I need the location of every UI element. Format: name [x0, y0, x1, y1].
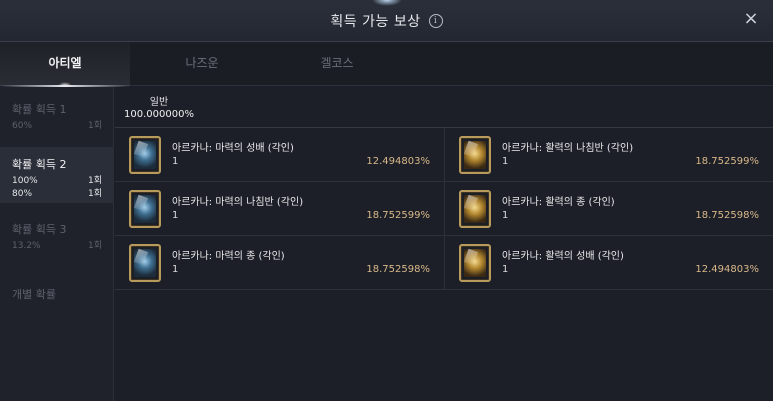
item-quantity: 1	[172, 210, 179, 221]
dialog-title-text: 획득 가능 보상	[330, 14, 421, 30]
row-rate: 100%	[12, 176, 38, 186]
item-quantity: 1	[502, 210, 509, 221]
item-rate: 12.494803%	[366, 156, 430, 167]
reward-item[interactable]: 아르카나: 활력의 나침반 (각인) 1 18.752599%	[444, 128, 773, 182]
row-rate: 60%	[12, 121, 33, 131]
reward-row: 아르카나: 마력의 성배 (각인) 1 12.494803% 아르카나: 활력의…	[115, 128, 773, 182]
sidebar: 확률 획득 1 60% 1회 확률 획득 2 100% 1회 80% 1회 확률…	[0, 87, 114, 401]
reward-grid: 아르카나: 마력의 성배 (각인) 1 12.494803% 아르카나: 활력의…	[115, 128, 773, 290]
item-rate: 12.494803%	[695, 264, 759, 275]
sidebar-item-prob-1[interactable]: 확률 획득 1 60% 1회	[0, 101, 114, 133]
reward-row: 아르카나: 마력의 나침반 (각인) 1 18.752599% 아르카나: 활력…	[115, 182, 773, 236]
tab-label: 아티엘	[48, 56, 82, 70]
reward-item[interactable]: 아르카나: 마력의 성배 (각인) 1 12.494803%	[115, 128, 444, 182]
item-rate: 18.752599%	[695, 156, 759, 167]
dialog-title: 획득 가능 보상 i	[0, 11, 773, 31]
item-rate: 18.752598%	[695, 210, 759, 221]
sidebar-item-label: 확률 획득 2	[12, 158, 67, 171]
row-count: 1회	[87, 121, 102, 131]
item-rate: 18.752598%	[366, 264, 430, 275]
title-bar: 획득 가능 보상 i ×	[0, 0, 773, 42]
sidebar-item-row: 13.2% 1회	[12, 240, 102, 253]
arcana-card-icon	[129, 136, 161, 174]
sidebar-item-row: 60% 1회	[12, 120, 102, 133]
arcana-card-icon	[129, 244, 161, 282]
sidebar-item-label: 확률 획득 3	[12, 223, 67, 236]
reward-row: 아르카나: 마력의 종 (각인) 1 18.752598% 아르카나: 활력의 …	[115, 236, 773, 290]
sidebar-item-label: 확률 획득 1	[12, 103, 67, 116]
item-name: 아르카나: 마력의 나침반 (각인)	[172, 197, 304, 208]
sidebar-item-label: 개별 확률	[12, 288, 56, 301]
reward-panel: 일반 100.000000% 아르카나: 마력의 성배 (각인) 1 12.49…	[115, 87, 773, 401]
grade-header: 일반 100.000000%	[115, 87, 203, 127]
row-count: 1회	[87, 241, 102, 251]
grade-rate: 100.000000%	[124, 109, 194, 120]
item-name: 아르카나: 활력의 종 (각인)	[502, 197, 615, 208]
sidebar-item-row: 80% 1회	[12, 188, 102, 201]
tab-bar: 아티엘 나즈운 겔코스	[0, 42, 773, 90]
tab-najeun[interactable]: 나즈운	[137, 42, 267, 86]
tab-label: 나즈운	[185, 56, 219, 70]
item-rate: 18.752599%	[366, 210, 430, 221]
sidebar-item-individual[interactable]: 개별 확률	[0, 286, 114, 305]
row-count: 1회	[87, 176, 102, 186]
item-name: 아르카나: 마력의 종 (각인)	[172, 251, 285, 262]
item-name: 아르카나: 활력의 성배 (각인)	[502, 251, 624, 262]
sidebar-item-row: 100% 1회	[12, 175, 102, 188]
reward-item[interactable]: 아르카나: 마력의 종 (각인) 1 18.752598%	[115, 236, 444, 290]
sidebar-item-prob-3[interactable]: 확률 획득 3 13.2% 1회	[0, 221, 114, 253]
arcana-card-icon	[129, 190, 161, 228]
sidebar-item-prob-2[interactable]: 확률 획득 2 100% 1회 80% 1회	[0, 147, 114, 203]
row-count: 1회	[87, 189, 102, 199]
item-quantity: 1	[172, 264, 179, 275]
info-icon[interactable]: i	[428, 14, 443, 28]
arcana-card-icon	[459, 136, 491, 174]
tab-artiel[interactable]: 아티엘	[0, 42, 130, 90]
item-quantity: 1	[502, 156, 509, 167]
top-glow-decoration	[372, 0, 402, 6]
reward-item[interactable]: 아르카나: 활력의 종 (각인) 1 18.752598%	[444, 182, 773, 236]
reward-item[interactable]: 아르카나: 활력의 성배 (각인) 1 12.494803%	[444, 236, 773, 290]
close-icon[interactable]: ×	[741, 9, 761, 29]
row-rate: 80%	[12, 189, 33, 199]
item-quantity: 1	[502, 264, 509, 275]
reward-item[interactable]: 아르카나: 마력의 나침반 (각인) 1 18.752599%	[115, 182, 444, 236]
item-name: 아르카나: 마력의 성배 (각인)	[172, 143, 294, 154]
item-name: 아르카나: 활력의 나침반 (각인)	[502, 143, 634, 154]
tab-label: 겔코스	[320, 56, 354, 70]
item-quantity: 1	[172, 156, 179, 167]
arcana-card-icon	[459, 244, 491, 282]
tab-gelkos[interactable]: 겔코스	[272, 42, 402, 86]
arcana-card-icon	[459, 190, 491, 228]
row-rate: 13.2%	[12, 241, 41, 251]
grade-name: 일반	[149, 97, 169, 108]
